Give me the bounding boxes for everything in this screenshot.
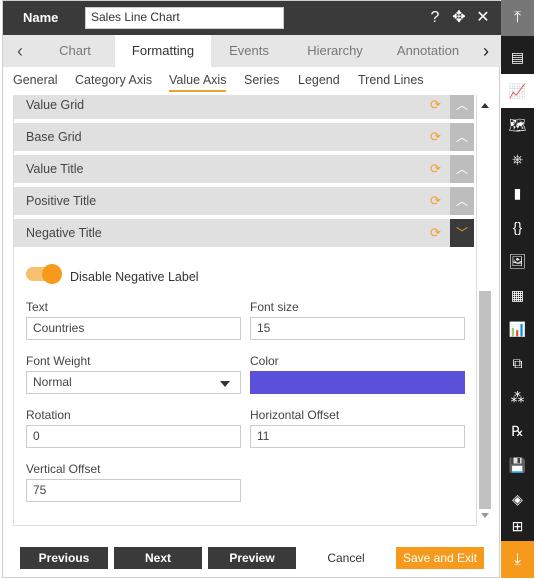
font-size-label: Font size: [250, 300, 299, 314]
section-value-title[interactable]: Value Title ⟳ ︿: [14, 155, 474, 183]
font-weight-select[interactable]: Normal: [26, 371, 241, 394]
title-bar: Name Sales Line Chart ? ✥ ✕: [3, 1, 501, 35]
section-positive-title[interactable]: Positive Title ⟳ ︿: [14, 187, 474, 215]
vertical-scrollbar[interactable]: [478, 95, 491, 525]
reset-icon[interactable]: ⟳: [430, 193, 441, 209]
line-chart-icon[interactable]: 📈: [501, 74, 534, 108]
scroll-down-icon[interactable]: [481, 513, 489, 518]
vertical-offset-label: Vertical Offset: [26, 462, 101, 476]
text-input[interactable]: Countries: [26, 317, 241, 340]
section-label: Negative Title: [26, 226, 102, 240]
subtab-trend-lines[interactable]: Trend Lines: [358, 73, 424, 87]
font-size-input[interactable]: 15: [250, 317, 465, 340]
subtab-category-axis[interactable]: Category Axis: [75, 73, 152, 87]
font-weight-label: Font Weight: [26, 354, 91, 368]
footer-bar: Previous Next Preview Cancel Save and Ex…: [3, 531, 501, 579]
text-label: Text: [26, 300, 49, 314]
subtab-series[interactable]: Series: [244, 73, 279, 87]
tab-formatting[interactable]: Formatting: [115, 35, 211, 67]
reset-icon[interactable]: ⟳: [430, 97, 441, 113]
save-and-exit-button[interactable]: Save and Exit: [396, 547, 484, 569]
components-icon[interactable]: ⊞: [501, 512, 534, 540]
hierarchy-icon[interactable]: ⁂: [501, 380, 534, 414]
tab-bar: ‹ Chart Formatting Events Hierarchy Anno…: [3, 35, 501, 67]
tab-events[interactable]: Events: [217, 35, 281, 67]
help-icon[interactable]: ?: [427, 8, 443, 28]
cancel-button[interactable]: Cancel: [302, 547, 390, 569]
section-negative-title[interactable]: Negative Title ⟳ ﹀: [14, 219, 474, 247]
chevron-down-icon[interactable]: ﹀: [450, 219, 474, 247]
chevron-up-icon[interactable]: ︿: [450, 187, 474, 215]
formatting-scroll-area: Value Grid ⟳ ︿ Base Grid ⟳ ︿ Value Title…: [13, 95, 477, 526]
previous-button[interactable]: Previous: [20, 547, 108, 569]
subtab-bar: General Category Axis Value Axis Series …: [3, 67, 501, 95]
section-label: Positive Title: [26, 194, 97, 208]
properties-icon[interactable]: ▤: [501, 40, 534, 74]
section-label: Value Title: [26, 162, 84, 176]
reset-icon[interactable]: ⟳: [430, 225, 441, 241]
bar-chart-icon[interactable]: 📊: [501, 312, 534, 346]
toggle-knob: [42, 264, 62, 284]
vertical-offset-input[interactable]: 75: [26, 479, 241, 502]
code-icon[interactable]: {}: [501, 210, 534, 244]
section-base-grid[interactable]: Base Grid ⟳ ︿: [14, 123, 474, 151]
collapse-down-icon[interactable]: ⤓: [501, 541, 534, 578]
chevron-left-icon[interactable]: ‹: [7, 35, 33, 67]
tab-annotation[interactable]: Annotation: [395, 35, 461, 67]
color-picker[interactable]: #5b50d9: [250, 371, 465, 394]
reset-icon[interactable]: ⟳: [430, 161, 441, 177]
subtab-value-axis[interactable]: Value Axis: [169, 73, 227, 92]
font-weight-value: Normal: [33, 375, 72, 389]
map-icon[interactable]: 🗺: [501, 108, 534, 142]
reset-icon[interactable]: ⟳: [430, 129, 441, 145]
section-label: Base Grid: [26, 130, 82, 144]
properties-panel: Name Sales Line Chart ? ✥ ✕ ‹ Chart Form…: [2, 0, 501, 579]
section-value-grid[interactable]: Value Grid ⟳ ︿: [14, 95, 474, 119]
disable-negative-label-text: Disable Negative Label: [70, 270, 199, 284]
formula-icon[interactable]: ℞: [501, 414, 534, 448]
subtab-general[interactable]: General: [13, 73, 57, 87]
copy-icon[interactable]: ⧉: [501, 346, 534, 380]
name-label: Name: [23, 10, 59, 25]
right-toolbar: ⤒ ▤ 📈 🗺 ⎈ ▮ {} 🖼 ▦ 📊 ⧉ ⁂ ℞ 💾 ◈ ⊞ ⤓: [501, 0, 534, 578]
grid-icon[interactable]: ▦: [501, 278, 534, 312]
layers-icon[interactable]: ◈: [501, 482, 534, 516]
tab-chart[interactable]: Chart: [43, 35, 107, 67]
image-icon[interactable]: 🖼: [501, 244, 534, 278]
rotation-label: Rotation: [26, 408, 71, 422]
color-label: Color: [250, 354, 279, 368]
document-icon[interactable]: ▮: [501, 176, 534, 210]
horizontal-offset-input[interactable]: 11: [250, 425, 465, 448]
scroll-thumb[interactable]: [479, 291, 491, 509]
rotation-input[interactable]: 0: [26, 425, 241, 448]
next-button[interactable]: Next: [114, 547, 202, 569]
disable-negative-label-toggle[interactable]: [26, 264, 62, 284]
move-icon[interactable]: ✥: [451, 8, 467, 28]
save-icon[interactable]: 💾: [501, 448, 534, 482]
tab-hierarchy[interactable]: Hierarchy: [299, 35, 371, 67]
chevron-up-icon[interactable]: ︿: [450, 155, 474, 183]
scroll-up-icon[interactable]: [481, 103, 489, 108]
chart-name-input[interactable]: Sales Line Chart: [85, 7, 284, 29]
preview-button[interactable]: Preview: [208, 547, 296, 569]
collapse-up-icon[interactable]: ⤒: [501, 0, 534, 36]
chevron-up-icon[interactable]: ︿: [450, 123, 474, 151]
close-icon[interactable]: ✕: [475, 8, 491, 28]
chevron-right-icon[interactable]: ›: [473, 35, 499, 67]
gauge-icon[interactable]: ⎈: [501, 142, 534, 176]
caret-down-icon: [220, 381, 230, 387]
subtab-legend[interactable]: Legend: [298, 73, 340, 87]
section-label: Value Grid: [26, 98, 85, 112]
horizontal-offset-label: Horizontal Offset: [250, 408, 340, 422]
chevron-up-icon[interactable]: ︿: [450, 95, 474, 119]
